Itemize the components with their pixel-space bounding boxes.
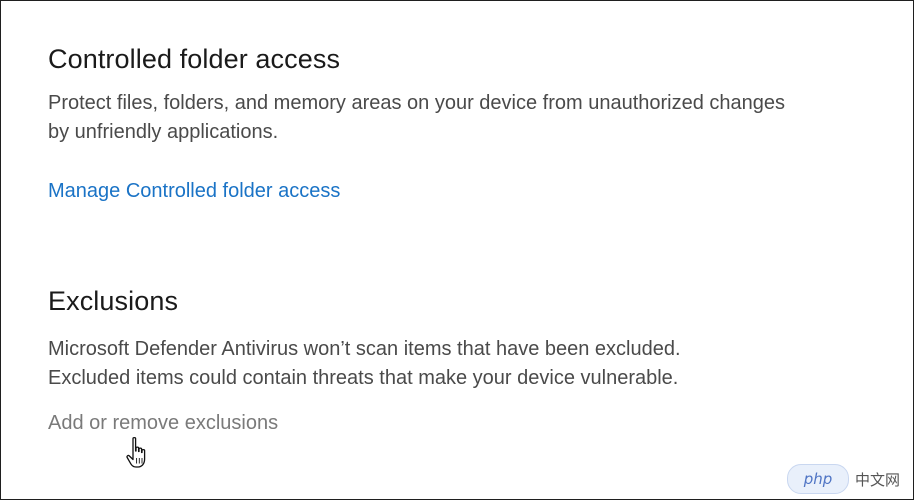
- exclusions-description: Microsoft Defender Antivirus won’t scan …: [48, 335, 808, 393]
- settings-panel: Controlled folder access Protect files, …: [0, 0, 914, 500]
- exclusions-description-line-1: Microsoft Defender Antivirus won’t scan …: [48, 338, 681, 360]
- manage-controlled-folder-access-link[interactable]: Manage Controlled folder access: [48, 177, 340, 205]
- add-or-remove-exclusions-link[interactable]: Add or remove exclusions: [48, 409, 278, 437]
- exclusions-section: Exclusions Microsoft Defender Antivirus …: [48, 281, 873, 437]
- controlled-folder-access-section: Controlled folder access Protect files, …: [48, 39, 873, 205]
- controlled-folder-access-description: Protect files, folders, and memory areas…: [48, 92, 786, 143]
- watermark: php 中文网: [782, 464, 904, 494]
- php-logo-icon: php: [786, 464, 849, 494]
- exclusions-description-line-2: Excluded items could contain threats tha…: [48, 367, 679, 389]
- php-logo-text: php: [803, 470, 833, 488]
- hand-pointer-icon: [126, 436, 146, 468]
- controlled-folder-access-title: Controlled folder access: [48, 44, 341, 74]
- watermark-site-text: 中文网: [854, 470, 900, 489]
- exclusions-title: Exclusions: [48, 286, 179, 316]
